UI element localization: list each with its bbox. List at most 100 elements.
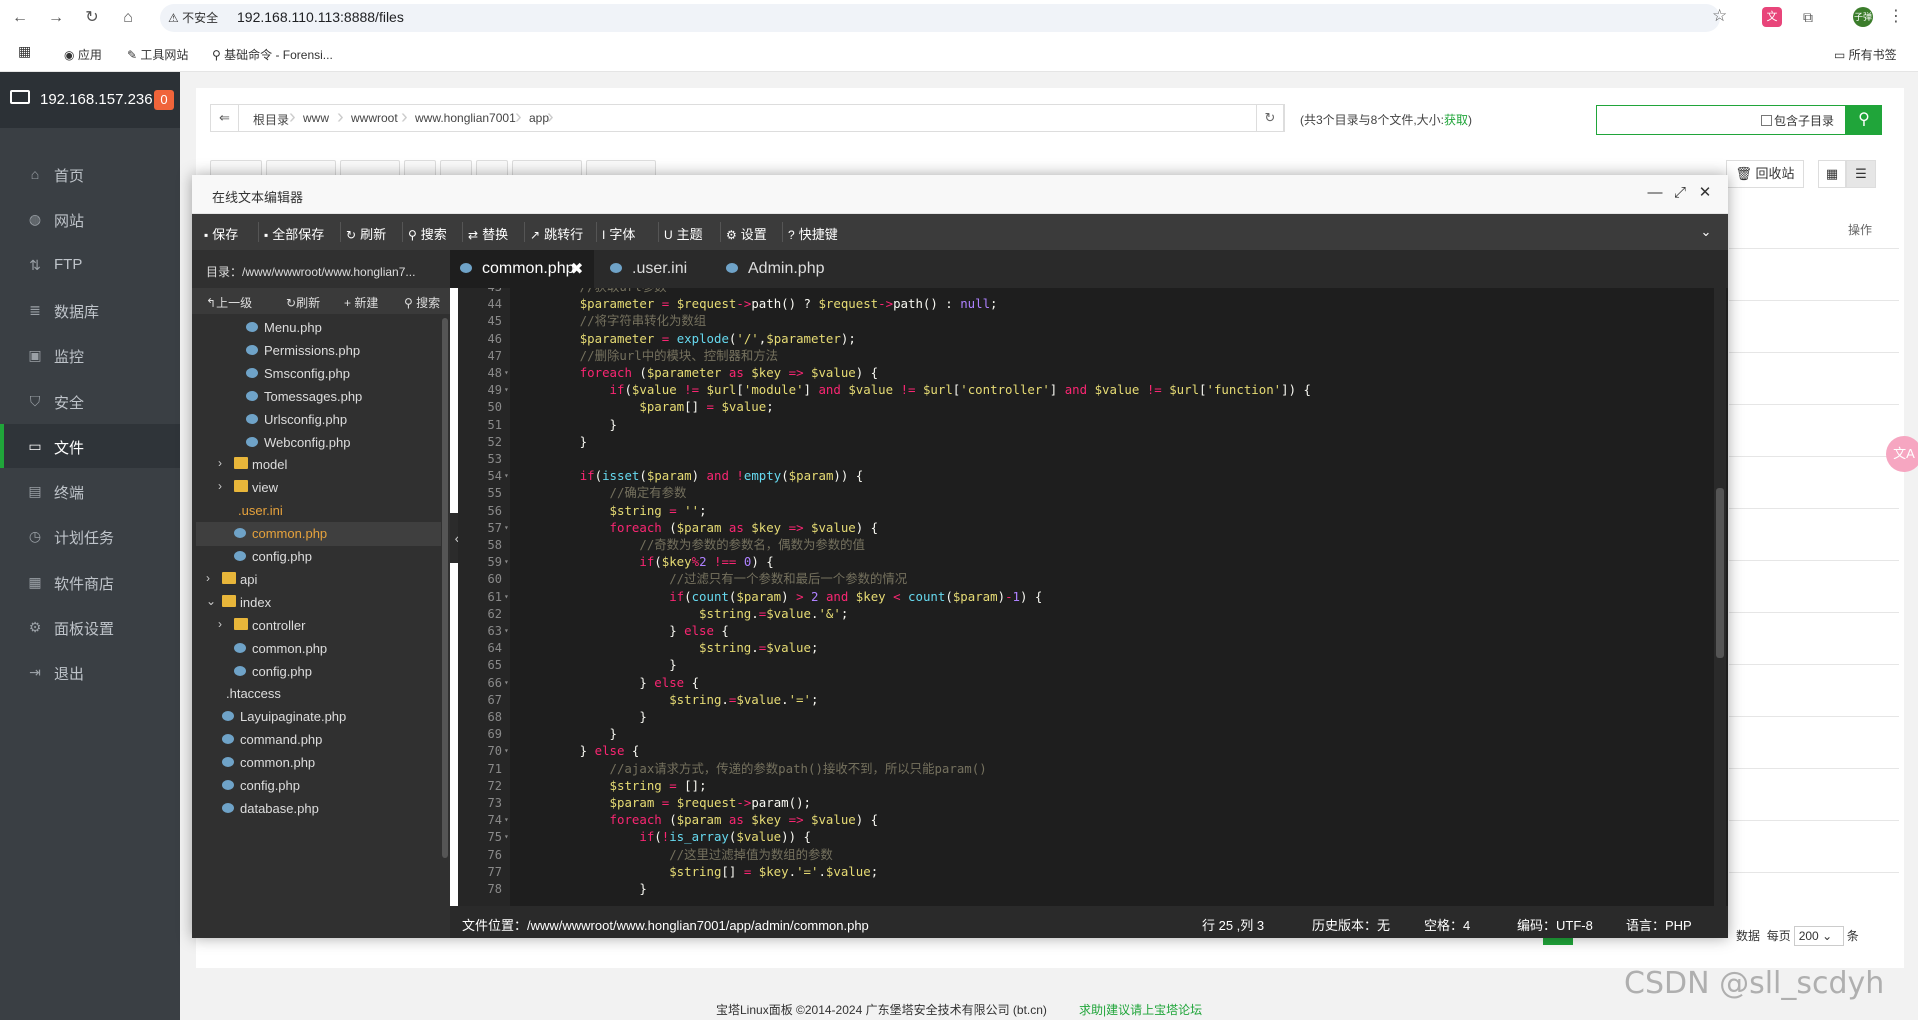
fold-toggle-icon[interactable]: ▾ (504, 815, 509, 824)
path-back-icon[interactable]: ⇐ (211, 105, 239, 131)
floating-translate-icon[interactable]: 文A (1886, 436, 1918, 472)
editor-tab[interactable]: .user.ini (600, 250, 710, 288)
code-editor[interactable]: 434445464748▾49▾5051525354▾555657▾5859▾6… (458, 288, 1728, 906)
editor-toolbar-button[interactable]: I 字体 (602, 224, 635, 243)
tree-scrollbar[interactable] (442, 318, 448, 858)
editor-toolbar-button[interactable]: ▪ 保存 (204, 224, 238, 243)
sidebar-item[interactable]: ⛉ 安全 (0, 379, 180, 423)
editor-toolbar-button[interactable]: ↻ 刷新 (346, 224, 386, 243)
editor-tab[interactable]: Admin.php (716, 250, 836, 288)
status-language[interactable]: 语言：PHP (1626, 915, 1692, 934)
fold-toggle-icon[interactable]: ▾ (504, 523, 509, 532)
refresh-path-icon[interactable]: ↻ (1256, 104, 1284, 132)
breadcrumb-item[interactable]: www (303, 111, 329, 125)
menu-kebab-icon[interactable]: ⋮ (1886, 7, 1906, 27)
sidebar-item[interactable]: ▤ 终端 (0, 469, 180, 513)
tree-file[interactable]: .htaccess (196, 682, 441, 706)
sidebar-item[interactable]: ⇥ 退出 (0, 650, 180, 694)
breadcrumb-item[interactable]: wwwroot (351, 111, 398, 125)
tree-file[interactable]: config.php (196, 545, 441, 569)
tree-folder[interactable]: ⌄ index (196, 591, 441, 615)
sidebar-item[interactable]: ▦ 软件商店 (0, 560, 180, 604)
tree-file[interactable]: Urlsconfig.php (196, 408, 441, 432)
chevron-right-icon[interactable]: › (218, 456, 228, 470)
sidebar-item[interactable]: ≣ 数据库 (0, 288, 180, 332)
fold-toggle-icon[interactable]: ▾ (504, 557, 509, 566)
tree-file[interactable]: .user.ini (196, 499, 441, 523)
chevron-right-icon[interactable]: › (206, 571, 216, 585)
fold-toggle-icon[interactable]: ▾ (504, 832, 509, 841)
bookmark-forensics[interactable]: ⚲ 基础命令 - Forensi... (212, 46, 333, 63)
apps-grid-icon[interactable]: ▦ (18, 43, 31, 60)
bookmark-apps[interactable]: ◉ 应用 (64, 46, 102, 63)
sidebar-item[interactable]: ◍ 网站 (0, 197, 180, 241)
extensions-icon[interactable]: ⧉ (1798, 7, 1818, 27)
maximize-icon[interactable]: ⤢ (1671, 184, 1689, 202)
profile-avatar[interactable]: 子弹 (1853, 7, 1873, 27)
tree-folder[interactable]: › model (196, 453, 441, 477)
tree-new-button[interactable]: + 新建 (344, 294, 378, 311)
forward-icon[interactable]: → (44, 6, 68, 30)
editor-toolbar-button[interactable]: ▪ 全部保存 (264, 224, 324, 243)
recycle-bin-button[interactable]: 🗑 回收站 (1726, 160, 1804, 188)
editor-toolbar-button[interactable]: ⚲ 搜索 (408, 224, 447, 243)
tree-search-button[interactable]: ⚲ 搜索 (404, 294, 440, 311)
chevron-right-icon[interactable]: › (218, 617, 228, 631)
fold-toggle-icon[interactable]: ▾ (504, 368, 509, 377)
tree-file[interactable]: common.php (196, 637, 441, 661)
get-size-link[interactable]: 获取 (1444, 113, 1468, 127)
tree-folder[interactable]: › controller (196, 614, 441, 638)
sidebar-item[interactable]: ⇅ FTP (0, 243, 180, 287)
fold-toggle-icon[interactable]: ▾ (504, 746, 509, 755)
back-icon[interactable]: ← (8, 6, 32, 30)
tree-file[interactable]: Menu.php (196, 316, 441, 340)
tree-folder[interactable]: › view (196, 476, 441, 500)
all-bookmarks[interactable]: ▭ 所有书签 (1834, 46, 1897, 63)
chevron-right-icon[interactable]: › (218, 479, 228, 493)
per-page-select[interactable]: 200 ⌄ (1793, 926, 1844, 946)
status-spaces[interactable]: 空格：4 (1424, 915, 1470, 934)
status-encoding[interactable]: 编码：UTF-8 (1517, 915, 1593, 934)
editor-toolbar-button[interactable]: ⚙ 设置 (726, 224, 767, 243)
star-icon[interactable]: ☆ (1712, 6, 1727, 26)
tree-folder[interactable]: › api (196, 568, 441, 592)
minimize-icon[interactable]: — (1646, 184, 1664, 202)
code-scrollbar[interactable] (1716, 488, 1724, 658)
tree-file[interactable]: common.php (196, 522, 441, 547)
home-icon[interactable]: ⌂ (116, 6, 140, 30)
tree-file[interactable]: command.php (196, 728, 441, 752)
sidebar-item[interactable]: ⚙ 面板设置 (0, 605, 180, 649)
fold-toggle-icon[interactable]: ▾ (504, 592, 509, 601)
sidebar-item[interactable]: ▣ 监控 (0, 333, 180, 377)
bookmark-tools[interactable]: ✎ 工具网站 (127, 46, 188, 63)
include-subdir-checkbox[interactable]: 包含子目录 (1761, 112, 1834, 129)
tree-file[interactable]: Smsconfig.php (196, 362, 441, 386)
search-button[interactable]: ⚲ (1846, 105, 1882, 135)
footer-help-link[interactable]: 求助|建议请上宝塔论坛 (1079, 1001, 1202, 1018)
status-history[interactable]: 历史版本：无 (1312, 915, 1390, 934)
fold-toggle-icon[interactable]: ▾ (504, 385, 509, 394)
reload-icon[interactable]: ↻ (80, 6, 104, 30)
fold-toggle-icon[interactable]: ▾ (504, 471, 509, 480)
path-breadcrumb[interactable]: ⇐ 根目录 › www › wwwroot › www.honglian7001 › app › (210, 104, 1285, 132)
list-view-icon[interactable]: ☰ (1846, 160, 1876, 188)
tree-up-button[interactable]: ↰上一级 (206, 294, 252, 311)
editor-toolbar-button[interactable]: ⇄ 替换 (468, 224, 508, 243)
chevron-down-icon[interactable]: ⌄ (1696, 222, 1716, 242)
insecure-badge[interactable]: ⚠ 不安全 (168, 9, 218, 26)
url-text[interactable]: 192.168.110.113:8888/files (237, 9, 404, 25)
status-cursor[interactable]: 行 25 ,列 3 (1202, 915, 1264, 934)
tree-file[interactable]: Permissions.php (196, 339, 441, 363)
tree-file[interactable]: config.php (196, 774, 441, 798)
editor-tab[interactable]: common.php ✖ (450, 250, 594, 288)
editor-toolbar-button[interactable]: U 主题 (664, 224, 703, 243)
editor-toolbar-button[interactable]: ? 快捷键 (788, 224, 838, 243)
tree-file[interactable]: config.php (196, 660, 441, 684)
tree-file[interactable]: database.php (196, 797, 441, 821)
tree-file[interactable]: common.php (196, 751, 441, 775)
sidebar-item[interactable]: ▭ 文件 (0, 423, 180, 468)
breadcrumb-item[interactable]: www.honglian7001 (415, 111, 516, 125)
close-tab-icon[interactable]: ✖ (570, 259, 583, 279)
editor-toolbar-button[interactable]: ↗ 跳转行 (530, 224, 583, 243)
fold-toggle-icon[interactable]: ▾ (504, 678, 509, 687)
